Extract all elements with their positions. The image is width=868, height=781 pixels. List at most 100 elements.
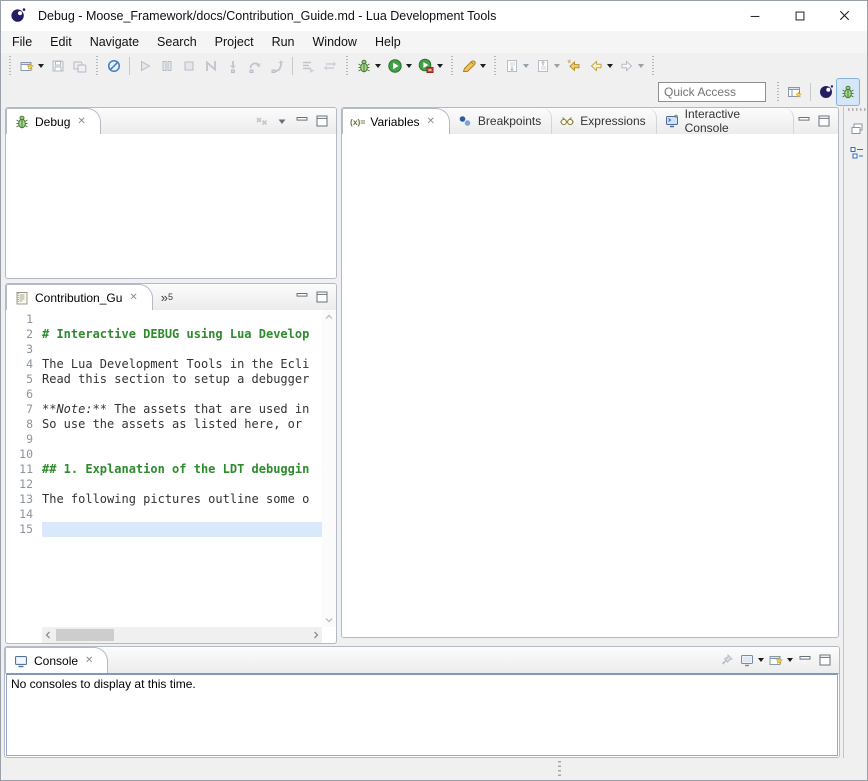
dropdown-caret-icon[interactable] [38,64,44,68]
scroll-down-icon[interactable] [323,614,335,626]
debug-view-content[interactable] [6,134,336,278]
scroll-up-icon[interactable] [323,311,335,323]
scrollbar-thumb[interactable] [56,629,114,641]
editor-horizontal-scrollbar[interactable] [42,627,322,643]
dropdown-caret-icon[interactable] [638,64,644,68]
view-maximize-button[interactable] [814,109,834,133]
dropdown-caret-icon[interactable] [607,64,613,68]
view-maximize-button[interactable] [312,109,332,133]
view-minimize-icon [796,113,812,129]
step-over-button[interactable] [244,53,266,79]
terminate-button[interactable] [178,53,200,79]
toolbar-drag-handle[interactable] [450,56,454,76]
menu-window[interactable]: Window [304,33,366,51]
new-wizard-button[interactable] [16,53,47,79]
toolbar-drag-handle[interactable] [776,82,780,102]
close-icon[interactable]: ✕ [85,656,93,666]
menu-project[interactable]: Project [206,33,263,51]
scroll-right-icon[interactable] [310,629,322,641]
console-content[interactable]: No consoles to display at this time. [6,673,838,756]
tab-interactive-console[interactable]: Interactive Console [657,108,794,134]
dropdown-caret-icon[interactable] [787,658,793,662]
run-button[interactable] [384,53,415,79]
drop-to-frame-button[interactable] [319,53,341,79]
remove-all-terminated-button[interactable] [252,109,272,133]
debug-button[interactable] [353,53,384,79]
previous-annotation-button[interactable] [532,53,563,79]
save-all-icon [72,58,88,74]
toolbar-separator [292,57,293,75]
run-coverage-button[interactable] [415,53,446,79]
tab-contribution-guide[interactable]: Contribution_Gu ✕ [6,284,153,311]
tab-console[interactable]: Console ✕ [5,647,108,674]
forward-button[interactable] [616,53,647,79]
toolbar-drag-handle[interactable] [8,56,12,76]
menu-file[interactable]: File [3,33,41,51]
menu-edit[interactable]: Edit [41,33,81,51]
editor-vertical-scrollbar[interactable] [322,310,336,627]
toolbar-drag-handle[interactable] [95,56,99,76]
suspend-button[interactable] [156,53,178,79]
lua-perspective-button[interactable] [815,79,837,105]
dropdown-caret-icon[interactable] [758,658,764,662]
line-number-ruler[interactable]: 123456789101112131415 [6,310,42,627]
next-annotation-button[interactable] [501,53,532,79]
tab-breakpoints[interactable]: Breakpoints [450,108,552,134]
menu-search[interactable]: Search [148,33,206,51]
view-minimize-button[interactable] [795,648,815,672]
toolbar-drag-handle[interactable] [345,56,349,76]
tab-debug[interactable]: Debug ✕ [6,108,101,135]
tab-expressions[interactable]: Expressions [552,108,656,134]
toolbar-drag-handle[interactable] [651,56,655,76]
tab-variables[interactable]: (x)= Variables ✕ [342,108,450,135]
disconnect-button[interactable] [200,53,222,79]
toolbar-drag-handle[interactable] [493,56,497,76]
window-minimize-button[interactable] [732,1,777,30]
menu-bar: FileEditNavigateSearchProjectRunWindowHe… [1,31,867,53]
last-edit-location-button[interactable] [563,53,585,79]
resume-button[interactable] [134,53,156,79]
close-icon[interactable]: ✕ [129,293,137,303]
dropdown-caret-icon[interactable] [554,64,560,68]
view-minimize-button[interactable] [292,109,312,133]
menu-navigate[interactable]: Navigate [81,33,148,51]
debug-perspective-button[interactable] [837,79,859,105]
dropdown-caret-icon[interactable] [523,64,529,68]
trim-drag-handle[interactable] [848,108,866,111]
save-button[interactable] [47,53,69,79]
status-drag-handle[interactable] [558,761,561,778]
save-all-button[interactable] [69,53,91,79]
open-perspective-button[interactable] [784,79,806,105]
dropdown-caret-icon[interactable] [437,64,443,68]
view-minimize-button[interactable] [794,109,814,133]
view-maximize-button[interactable] [312,285,332,309]
dropdown-caret-icon[interactable] [406,64,412,68]
variables-content[interactable] [342,134,838,637]
step-into-button[interactable] [222,53,244,79]
dropdown-caret-icon[interactable] [480,64,486,68]
step-return-button[interactable] [266,53,288,79]
open-console-button[interactable] [766,648,795,672]
editor-text-area[interactable]: # Interactive DEBUG using Lua DevelopThe… [42,310,322,627]
scroll-left-icon[interactable] [42,629,54,641]
skip-all-breakpoints-button[interactable] [103,53,125,79]
view-maximize-button[interactable] [815,648,835,672]
use-step-filters-button[interactable] [297,53,319,79]
menu-help[interactable]: Help [366,33,410,51]
view-minimize-button[interactable] [292,285,312,309]
window-close-button[interactable] [822,1,867,30]
quick-access-input[interactable] [658,82,766,102]
outline-view-button[interactable] [847,143,867,163]
dropdown-caret-icon[interactable] [375,64,381,68]
close-icon[interactable]: ✕ [427,117,435,127]
window-maximize-button[interactable] [777,1,822,30]
display-selected-console-button[interactable] [737,648,766,672]
close-icon[interactable]: ✕ [77,117,85,127]
restore-views-button[interactable] [847,119,867,139]
pin-console-button[interactable] [717,648,737,672]
hidden-editors-chevron[interactable]: »5 [153,284,181,310]
view-menu-button[interactable] [272,109,292,133]
menu-run[interactable]: Run [263,33,304,51]
back-button[interactable] [585,53,616,79]
external-tools-button[interactable] [458,53,489,79]
